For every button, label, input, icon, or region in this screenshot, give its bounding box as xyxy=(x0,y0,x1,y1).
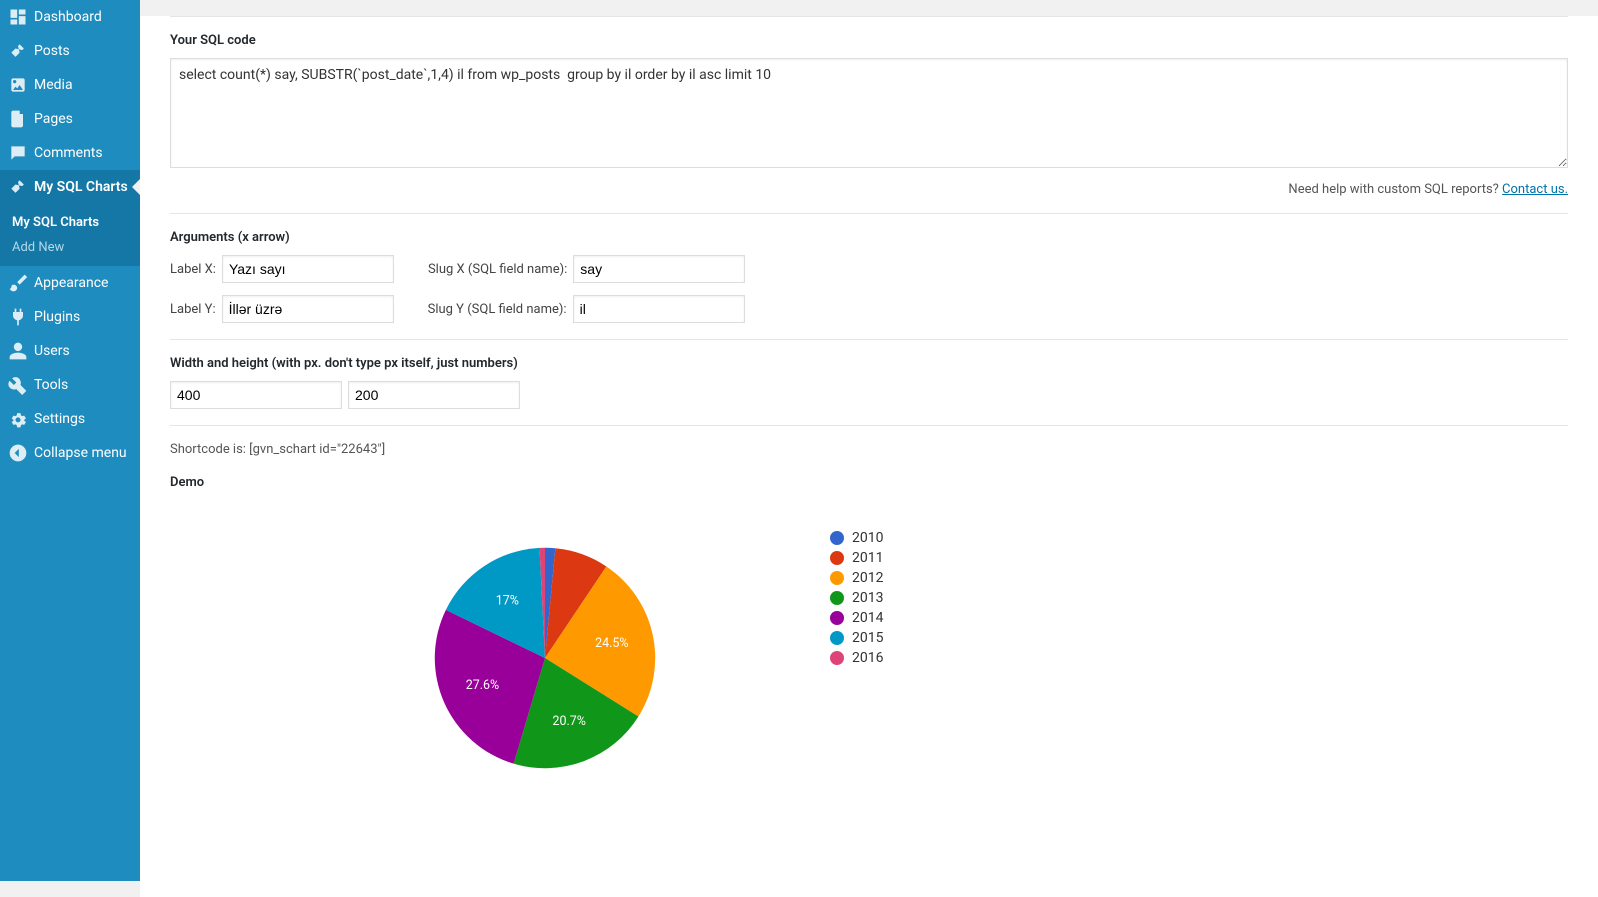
legend-label: 2010 xyxy=(852,530,883,546)
sidebar-item-my-sql-charts[interactable]: My SQL Charts xyxy=(0,170,140,204)
sidebar-item-pages[interactable]: Pages xyxy=(0,102,140,136)
pin-icon xyxy=(8,177,28,197)
legend-label: 2013 xyxy=(852,590,883,606)
slug-y-caption: Slug Y (SQL field name): xyxy=(428,302,567,317)
sidebar-item-label: Appearance xyxy=(34,275,108,291)
sidebar-item-label: Settings xyxy=(34,411,85,427)
legend-label: 2015 xyxy=(852,630,883,646)
sidebar-item-label: My SQL Charts xyxy=(34,179,128,195)
label-x-input[interactable] xyxy=(222,255,394,283)
plug-icon xyxy=(8,307,28,327)
height-input[interactable] xyxy=(348,381,520,409)
pie-slice-label-2013: 20.7% xyxy=(552,714,585,729)
pie-slice-label-2014: 27.6% xyxy=(466,678,499,693)
sidebar-item-settings[interactable]: Settings xyxy=(0,402,140,436)
slug-x-input[interactable] xyxy=(573,255,745,283)
pie-chart-svg: 24.5% 20.7% 27.6% 17% xyxy=(430,530,660,786)
help-line: Need help with custom SQL reports? Conta… xyxy=(170,182,1568,197)
width-input[interactable] xyxy=(170,381,342,409)
legend-label: 2011 xyxy=(852,550,883,566)
legend-item-2012[interactable]: 2012 xyxy=(830,570,883,586)
sql-label: Your SQL code xyxy=(170,33,1568,48)
comment-icon xyxy=(8,143,28,163)
demo-heading: Demo xyxy=(170,475,1568,490)
collapse-menu[interactable]: Collapse menu xyxy=(0,436,140,470)
main-content: Move to Your SQL code select count(*) sa… xyxy=(140,16,1598,897)
pie-legend: 2010 2011 2012 2013 2014 2015 2016 xyxy=(830,530,883,670)
sidebar-item-label: Users xyxy=(34,343,70,359)
sql-code-textarea[interactable]: select count(*) say, SUBSTR(`post_date`,… xyxy=(170,58,1568,168)
label-y-caption: Label Y: xyxy=(170,302,216,317)
legend-dot-icon xyxy=(830,591,844,605)
label-x-caption: Label X: xyxy=(170,262,216,277)
dim-heading: Width and height (with px. don't type px… xyxy=(170,356,1568,371)
sidebar-item-label: Comments xyxy=(34,145,103,161)
legend-dot-icon xyxy=(830,571,844,585)
help-text: Need help with custom SQL reports? xyxy=(1288,182,1502,197)
sidebar-item-dashboard[interactable]: Dashboard xyxy=(0,0,140,34)
collapse-icon xyxy=(8,443,28,463)
pie-slice-label-2015: 17% xyxy=(496,593,519,608)
legend-label: 2012 xyxy=(852,570,883,586)
legend-item-2016[interactable]: 2016 xyxy=(830,650,883,666)
brush-icon xyxy=(8,273,28,293)
legend-dot-icon xyxy=(830,651,844,665)
legend-dot-icon xyxy=(830,611,844,625)
collapse-label: Collapse menu xyxy=(34,445,127,461)
sidebar-item-plugins[interactable]: Plugins xyxy=(0,300,140,334)
pie-chart-container: 24.5%20.7%27.6%17% 201020112012201320142… xyxy=(430,530,1568,786)
sidebar-item-comments[interactable]: Comments xyxy=(0,136,140,170)
user-icon xyxy=(8,341,28,361)
submenu-item-my-sql-charts[interactable]: My SQL Charts xyxy=(0,210,140,235)
sidebar-item-appearance[interactable]: Appearance xyxy=(0,266,140,300)
submenu-item-add-new[interactable]: Add New xyxy=(0,235,140,260)
legend-dot-icon xyxy=(830,531,844,545)
sidebar-item-label: Dashboard xyxy=(34,9,102,25)
media-icon xyxy=(8,75,28,95)
settings-icon xyxy=(8,409,28,429)
legend-item-2015[interactable]: 2015 xyxy=(830,630,883,646)
sidebar-item-users[interactable]: Users xyxy=(0,334,140,368)
tool-icon xyxy=(8,375,28,395)
legend-item-2011[interactable]: 2011 xyxy=(830,550,883,566)
sidebar-item-label: Posts xyxy=(34,43,70,59)
sidebar-item-tools[interactable]: Tools xyxy=(0,368,140,402)
legend-dot-icon xyxy=(830,551,844,565)
contact-us-link[interactable]: Contact us. xyxy=(1502,182,1568,197)
legend-item-2010[interactable]: 2010 xyxy=(830,530,883,546)
legend-label: 2014 xyxy=(852,610,883,626)
pie-slice-label-2012: 24.5% xyxy=(595,636,628,651)
arguments-heading: Arguments (x arrow) xyxy=(170,230,1568,245)
sidebar-submenu: My SQL ChartsAdd New xyxy=(0,204,140,266)
page-icon xyxy=(8,109,28,129)
label-y-input[interactable] xyxy=(222,295,394,323)
sidebar-item-posts[interactable]: Posts xyxy=(0,34,140,68)
sidebar-item-label: Plugins xyxy=(34,309,80,325)
shortcode-text: Shortcode is: [gvn_schart id="22643"] xyxy=(170,442,1568,457)
slug-y-input[interactable] xyxy=(573,295,745,323)
legend-label: 2016 xyxy=(852,650,883,666)
legend-dot-icon xyxy=(830,631,844,645)
sidebar-item-label: Media xyxy=(34,77,73,93)
sidebar-item-label: Tools xyxy=(34,377,68,393)
sidebar-item-label: Pages xyxy=(34,111,73,127)
sidebar-item-media[interactable]: Media xyxy=(0,68,140,102)
dashboard-icon xyxy=(8,7,28,27)
pin-icon xyxy=(8,41,28,61)
admin-sidebar: Dashboard Posts Media Pages Comments My SQL C… xyxy=(0,0,140,881)
slug-x-caption: Slug X (SQL field name): xyxy=(428,262,567,277)
legend-item-2013[interactable]: 2013 xyxy=(830,590,883,606)
legend-item-2014[interactable]: 2014 xyxy=(830,610,883,626)
